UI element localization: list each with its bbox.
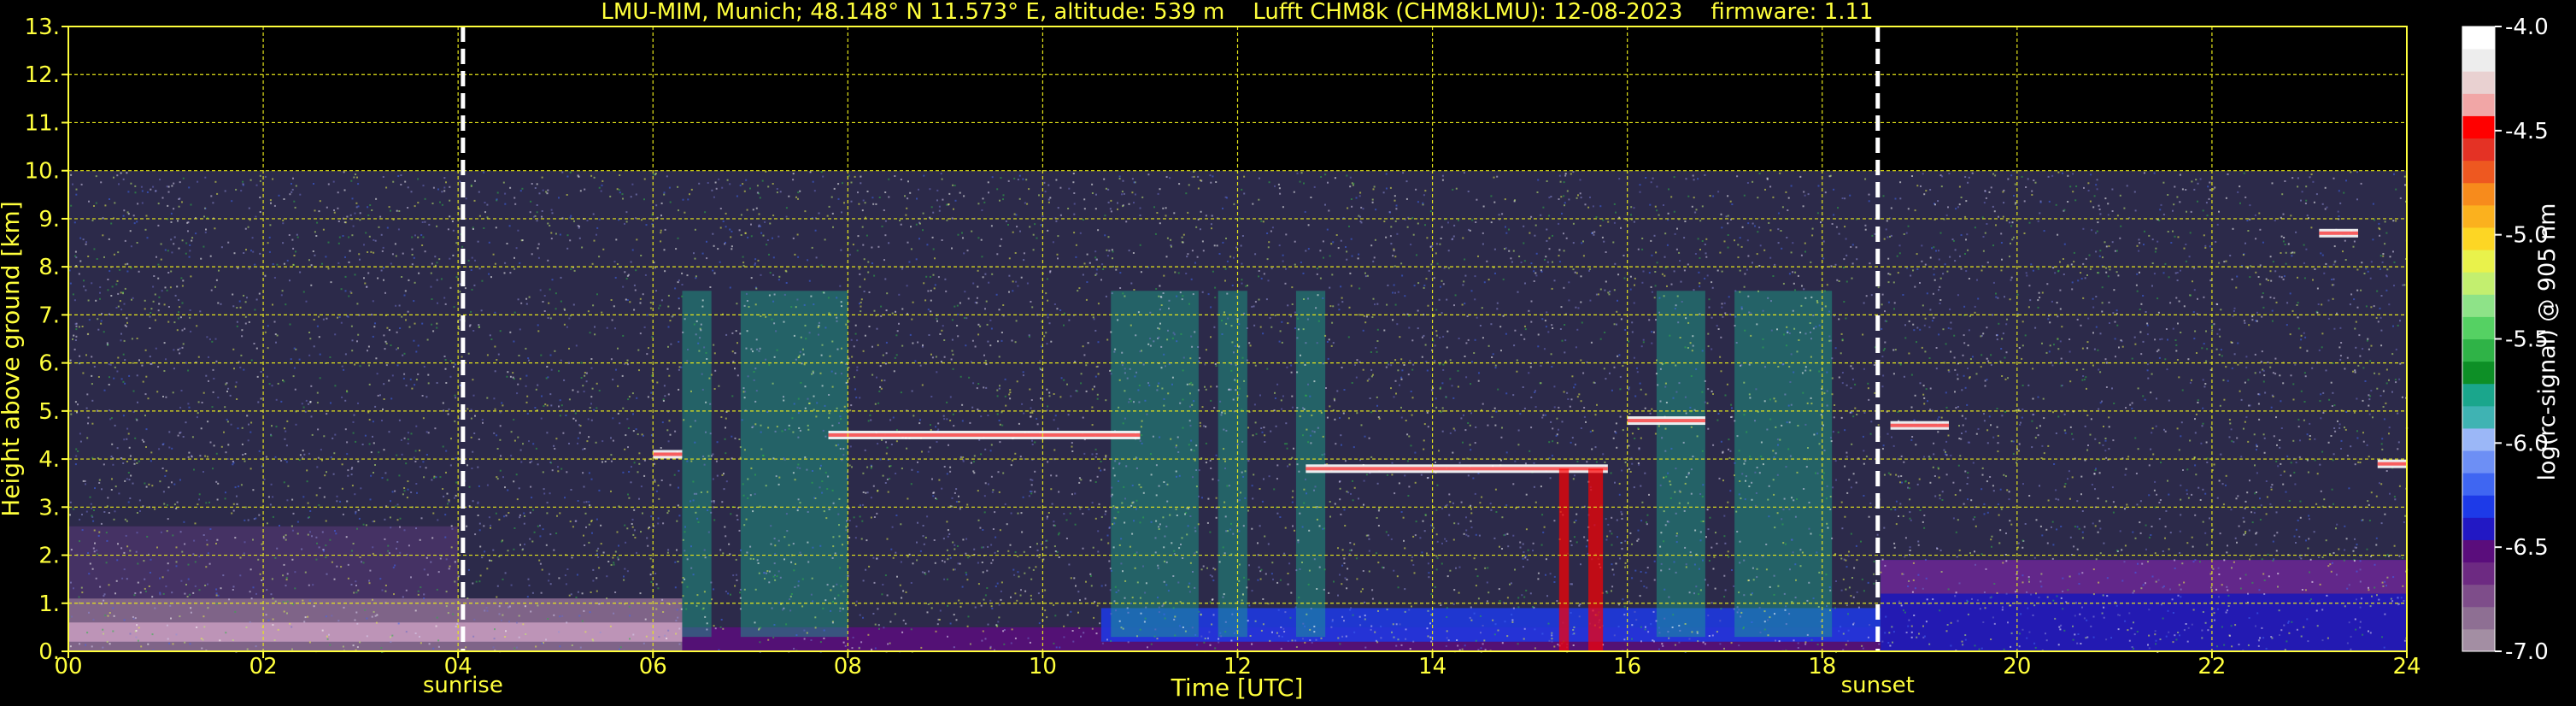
sunset-label: sunset (1841, 673, 1915, 698)
colorbar-segment (2462, 383, 2495, 407)
boundary-layer-core (68, 622, 683, 642)
colorbar-tick-label: -6.5 (2505, 535, 2549, 561)
precipitation-streak (1558, 468, 1570, 651)
colorbar-segment (2462, 361, 2495, 385)
y-tick-label: 13. (25, 15, 60, 40)
y-tick-label: 3. (38, 495, 60, 521)
x-tick-label: 14 (1418, 654, 1446, 680)
x-tick-label: 20 (2003, 654, 2031, 680)
colorbar-segment (2462, 93, 2495, 116)
x-tick-label: 22 (2198, 654, 2226, 680)
x-tick-label: 02 (249, 654, 278, 680)
colorbar-segment (2462, 450, 2495, 474)
convective-plume (1295, 291, 1326, 638)
y-tick-label: 8. (38, 255, 60, 280)
convective-plume (1656, 291, 1705, 638)
colorbar-segment (2462, 49, 2495, 72)
y-tick-label: 9. (38, 207, 60, 232)
colorbar-segment (2462, 227, 2495, 250)
chart-title: LMU-MIM, Munich; 48.148° N 11.573° E, al… (601, 0, 1873, 25)
colorbar-segment (2462, 562, 2495, 585)
y-tick-label: 2. (38, 544, 60, 569)
colorbar-segment (2462, 182, 2495, 206)
evening-upper-layer (1881, 560, 2407, 594)
convective-plume (740, 291, 848, 638)
y-tick-label: 4. (38, 447, 60, 473)
colorbar-segment (2462, 138, 2495, 162)
x-tick-label: 08 (834, 654, 862, 680)
colorbar-tick-label: -4.5 (2505, 119, 2549, 144)
x-tick-label: 00 (54, 654, 82, 680)
colorbar-segment (2462, 405, 2495, 429)
colorbar-segment (2462, 517, 2495, 540)
x-tick-label: 10 (1029, 654, 1057, 680)
colorbar-segment (2462, 160, 2495, 184)
colorbar-segment (2462, 294, 2495, 317)
colorbar-segment (2462, 71, 2495, 94)
colorbar-segment (2462, 628, 2495, 652)
colorbar-tick-label: -4.0 (2505, 15, 2549, 40)
colorbar-segment (2462, 427, 2495, 451)
cloud-layer-core (828, 432, 1141, 437)
precipitation-streak (1588, 468, 1604, 651)
colorbar-segment (2462, 204, 2495, 228)
ceilometer-chart: sunrise sunset 0.1.2.3.4.5.6.7.8.9.10.11.… (0, 0, 2561, 702)
colorbar-segment (2462, 473, 2495, 496)
cloud-layer-core (2319, 231, 2358, 235)
y-tick-label: 10. (25, 159, 60, 185)
y-axis-label: Height above ground [km] (0, 201, 25, 517)
colorbar-segment (2462, 272, 2495, 295)
colorbar-segment (2462, 539, 2495, 563)
x-tick-label: 06 (639, 654, 667, 680)
y-tick-label: 6. (38, 351, 60, 377)
cloud-layer-core (2377, 462, 2407, 466)
colorbar-segment (2462, 26, 2495, 50)
x-tick-label: 24 (2392, 654, 2421, 680)
y-tick-label: 12. (25, 62, 60, 88)
colorbar-label: log(rc-signal) @ 905 nm (2534, 203, 2561, 481)
colorbar-segment (2462, 584, 2495, 608)
convective-plume (1111, 291, 1199, 638)
x-tick-label: 04 (444, 654, 472, 680)
colorbar-segment (2462, 316, 2495, 339)
colorbar-segment (2462, 115, 2495, 139)
convective-plume (1734, 291, 1833, 638)
colorbar-segment (2462, 338, 2495, 362)
cloud-layer-core (653, 452, 683, 456)
y-tick-label: 1. (38, 591, 60, 617)
colorbar-tick-label: -7.0 (2505, 639, 2549, 665)
x-tick-label: 18 (1808, 654, 1836, 680)
y-tick-label: 5. (38, 399, 60, 425)
y-tick-label: 7. (38, 303, 60, 328)
colorbar-segment (2462, 250, 2495, 273)
cloud-layer-core (1890, 423, 1950, 427)
x-axis-label: Time [UTC] (1171, 674, 1304, 702)
cloud-layer-core (1627, 419, 1705, 423)
x-tick-label: 16 (1613, 654, 1641, 680)
colorbar-segment (2462, 495, 2495, 518)
y-tick-label: 11. (25, 110, 60, 136)
colorbar-segment (2462, 606, 2495, 630)
convective-plume (682, 291, 712, 638)
